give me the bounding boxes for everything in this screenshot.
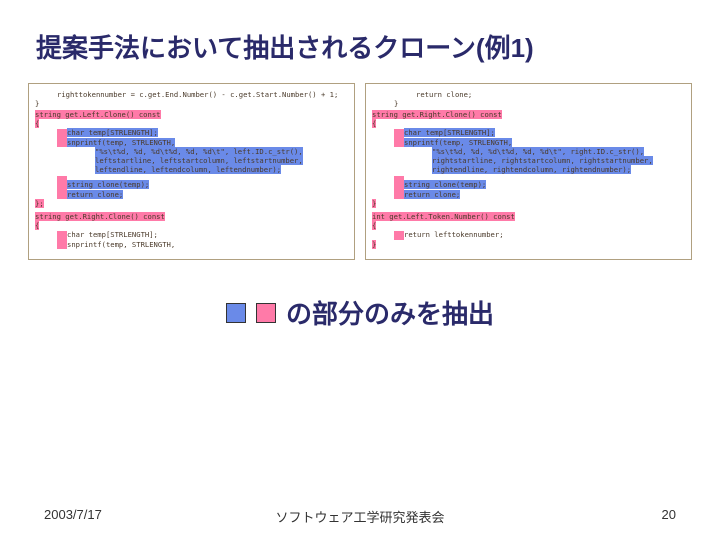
code-line: char temp[STRLENGTH]; — [35, 230, 348, 240]
code-line: string get.Right.Clone() const — [372, 110, 685, 119]
code-line: snprintf(temp, STRLENGTH, — [35, 240, 348, 250]
hl-pink-thin — [57, 231, 67, 240]
hl-pink-thin — [57, 129, 67, 138]
hl-blue: snprintf(temp, STRLENGTH, — [67, 138, 175, 147]
hl-pink-thin — [394, 190, 404, 199]
hl-blue: char temp[STRLENGTH]; — [404, 128, 495, 137]
hl-pink: }; — [35, 199, 44, 208]
code-line: string clone(temp); — [372, 180, 685, 190]
hl-pink-thin — [57, 240, 67, 249]
code-line: return lefttokennumber; — [372, 230, 685, 240]
hl-pink: { — [35, 221, 39, 230]
footer-venue: ソフトウェア工学研究発表会 — [275, 507, 444, 526]
hl-blue: return clone; — [67, 190, 123, 199]
code-line: }; — [35, 199, 348, 208]
footer-date: 2003/7/17 — [44, 507, 102, 522]
code-line: char temp[STRLENGTH]; — [372, 128, 685, 138]
code-line: string get.Left.Clone() const — [35, 110, 348, 119]
code-right: return clone; } string get.Right.Clone()… — [365, 83, 692, 260]
code-line: righttokennumber = c.get.End.Number() - … — [35, 90, 348, 99]
hl-blue: rightendline, rightendcolumn, rightendnu… — [432, 165, 631, 174]
hl-blue: "%s\t%d, %d, %d\t%d, %d, %d\t", right.ID… — [432, 147, 644, 156]
code-line: string clone(temp); — [35, 180, 348, 190]
code-line: return clone; — [372, 190, 685, 200]
code-line: { — [372, 221, 685, 230]
code-text: snprintf(temp, STRLENGTH, — [67, 240, 175, 249]
hl-blue: string clone(temp); — [67, 180, 149, 189]
hl-pink: { — [372, 119, 376, 128]
hl-blue: rightstartline, rightstartcolumn, rights… — [432, 156, 653, 165]
hl-pink: string get.Right.Clone() const — [372, 110, 502, 119]
legend-square-pink — [256, 303, 276, 323]
hl-pink: string get.Right.Clone() const — [35, 212, 165, 221]
code-line: { — [35, 119, 348, 128]
hl-pink-thin — [394, 129, 404, 138]
hl-pink: } — [372, 240, 376, 249]
hl-pink-thin — [57, 138, 67, 147]
code-text: char temp[STRLENGTH]; — [67, 230, 158, 239]
hl-pink-thin — [394, 181, 404, 190]
slide-footer: 2003/7/17 ソフトウェア工学研究発表会 20 — [0, 507, 720, 522]
code-line: { — [372, 119, 685, 128]
code-line: } — [372, 199, 685, 208]
code-line: snprintf(temp, STRLENGTH, — [35, 138, 348, 148]
legend-row: の部分のみを抽出 — [0, 294, 720, 331]
code-line: return clone; — [35, 190, 348, 200]
code-line: leftstartline, leftstartcolumn, leftstar… — [35, 156, 348, 165]
hl-blue: leftendline, leftendcolumn, leftendnumbe… — [95, 165, 281, 174]
code-left: righttokennumber = c.get.End.Number() - … — [28, 83, 355, 260]
code-line: string get.Right.Clone() const — [35, 212, 348, 221]
hl-pink-thin — [394, 138, 404, 147]
hl-pink: int get.Left.Token.Number() const — [372, 212, 515, 221]
legend-text: の部分のみを抽出 — [286, 294, 494, 331]
hl-pink: string get.Left.Clone() const — [35, 110, 161, 119]
code-line: char temp[STRLENGTH]; — [35, 128, 348, 138]
code-line: { — [35, 221, 348, 230]
hl-blue: "%s\t%d, %d, %d\t%d, %d, %d\t", left.ID.… — [95, 147, 303, 156]
legend-square-blue — [226, 303, 246, 323]
hl-blue: char temp[STRLENGTH]; — [67, 128, 158, 137]
code-line: } — [35, 99, 348, 108]
hl-pink-thin — [394, 231, 404, 240]
footer-page: 20 — [662, 507, 676, 522]
code-text: return lefttokennumber; — [404, 230, 504, 239]
code-line: } — [372, 99, 685, 108]
code-line: leftendline, leftendcolumn, leftendnumbe… — [35, 165, 348, 174]
code-line: return clone; — [372, 90, 685, 99]
hl-blue: leftstartline, leftstartcolumn, leftstar… — [95, 156, 303, 165]
hl-pink: { — [35, 119, 39, 128]
hl-blue: string clone(temp); — [404, 180, 486, 189]
hl-pink: } — [372, 199, 376, 208]
hl-pink-thin — [57, 181, 67, 190]
code-line: int get.Left.Token.Number() const — [372, 212, 685, 221]
code-line: rightstartline, rightstartcolumn, rights… — [372, 156, 685, 165]
hl-blue: snprintf(temp, STRLENGTH, — [404, 138, 512, 147]
code-line: "%s\t%d, %d, %d\t%d, %d, %d\t", left.ID.… — [35, 147, 348, 156]
code-line: rightendline, rightendcolumn, rightendnu… — [372, 165, 685, 174]
code-panels: righttokennumber = c.get.End.Number() - … — [0, 83, 720, 260]
hl-blue: return clone; — [404, 190, 460, 199]
hl-pink-thin — [57, 190, 67, 199]
hl-pink: { — [372, 221, 376, 230]
slide-title: 提案手法において抽出されるクローン(例1) — [0, 0, 720, 83]
code-line: } — [372, 240, 685, 249]
code-line: "%s\t%d, %d, %d\t%d, %d, %d\t", right.ID… — [372, 147, 685, 156]
code-line: snprintf(temp, STRLENGTH, — [372, 138, 685, 148]
